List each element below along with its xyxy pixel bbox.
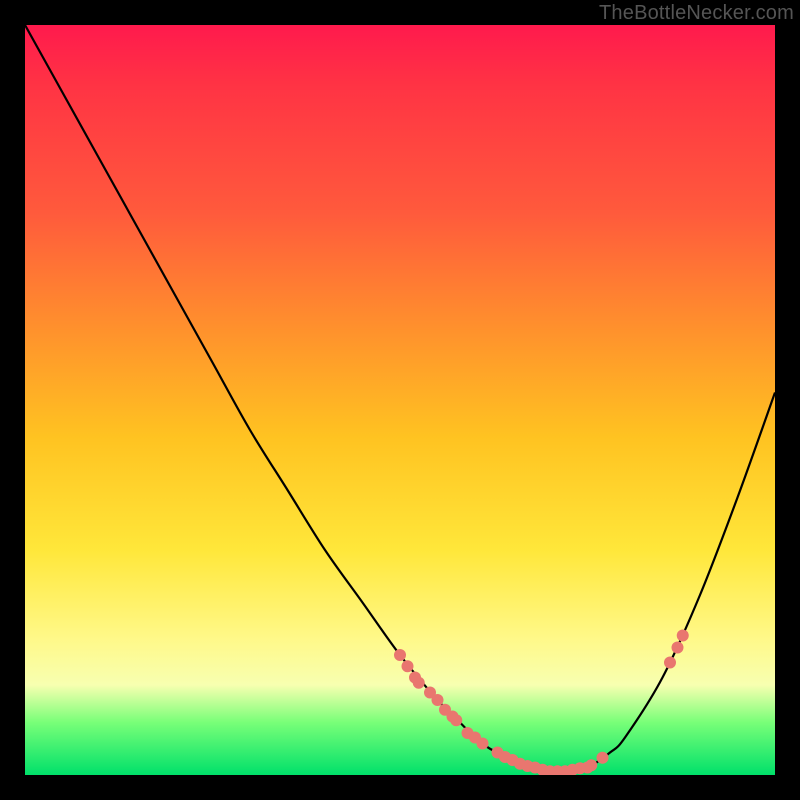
curve-layer [25, 25, 775, 775]
chart-stage: TheBottleNecker.com [0, 0, 800, 800]
curve-marker [677, 630, 689, 642]
plot-area [25, 25, 775, 775]
curve-marker [432, 694, 444, 706]
curve-marker [585, 759, 597, 771]
curve-markers [394, 630, 689, 776]
curve-marker [477, 738, 489, 750]
curve-marker [672, 642, 684, 654]
curve-marker [402, 660, 414, 672]
curve-marker [597, 752, 609, 764]
watermark-text: TheBottleNecker.com [599, 2, 794, 25]
curve-marker [413, 677, 425, 689]
curve-marker [450, 714, 462, 726]
curve-marker [664, 657, 676, 669]
curve-marker [394, 649, 406, 661]
